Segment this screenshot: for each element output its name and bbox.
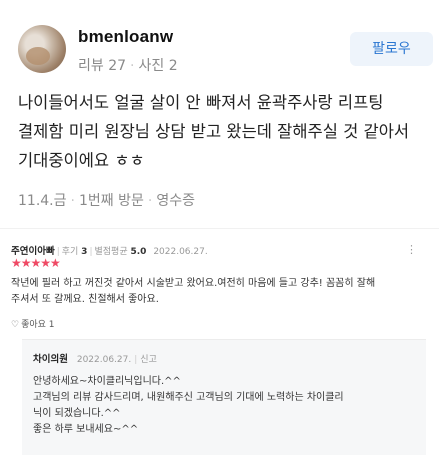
reply-line: 좋은 하루 보내세요~^^ (33, 424, 139, 435)
star-rating: ★★★★★ (11, 256, 61, 270)
embedded-body-line: 작년에 필러 하고 꺼진것 같아서 시술받고 왔어요.여전히 마음에 들고 강추… (11, 278, 376, 289)
reply-body: 안녕하세요~차이클리닉입니다.^^ 고객님의 리뷰 감사드리며, 내원해주신 고… (33, 374, 413, 438)
separator: · (70, 193, 75, 209)
embedded-reviews-count: 3 (81, 247, 88, 257)
embedded-avg-value: 5.0 (130, 247, 147, 257)
follow-button[interactable]: 팔로우 (350, 32, 433, 66)
owner-reply: 차이의원 2022.06.27. | 신고 안녕하세요~차이클리닉입니다.^^ 고객… (22, 339, 426, 455)
embedded-reviews-label: 후기 (61, 247, 82, 257)
report-link[interactable]: 신고 (140, 355, 157, 365)
separator: · (147, 193, 153, 209)
review-count: 리뷰 27 (78, 58, 127, 74)
embedded-avg-label: 별점평균 (94, 247, 128, 257)
visit-count: 1번째 방문 (78, 193, 144, 209)
reply-line: 닉이 되겠습니다.^^ (33, 408, 121, 419)
more-options-icon[interactable]: ⋮ (406, 243, 417, 256)
reply-header: 차이의원 2022.06.27. | 신고 (33, 354, 157, 365)
receipt-label: 영수증 (156, 193, 195, 209)
embedded-review-body: 작년에 필러 하고 꺼진것 같아서 시술받고 왔어요.여전히 마음에 들고 강추… (11, 276, 421, 308)
username[interactable]: bmenloanw (78, 27, 173, 47)
reply-line: 고객님의 리뷰 감사드리며, 내원해주신 고객님의 기대에 노력하는 차이클리 (33, 392, 344, 403)
visit-date: 11.4.금 (18, 193, 67, 209)
embedded-date: 2022.06.27. (153, 247, 208, 257)
like-button[interactable]: ♡ 좋아요 1 (11, 317, 55, 330)
heart-icon: ♡ (11, 320, 20, 330)
like-label: 좋아요 1 (21, 320, 55, 330)
review-card: bmenloanw 리뷰 27 · 사진 2 팔로우 나이들어서도 얼굴 살이 안 … (0, 0, 439, 228)
user-stats: 리뷰 27 · 사진 2 (78, 55, 178, 75)
embedded-body-line: 주셔서 또 갈께요. 친절해서 좋아요. (11, 294, 159, 305)
review-photo[interactable]: 주연이아빠 | 후기 3 | 별점평균 5.0 2022.06.27. ⋮ ★★★★★ … (0, 228, 439, 457)
reply-owner: 차이의원 (33, 354, 68, 365)
review-text[interactable]: 나이들어서도 얼굴 살이 안 빠져서 윤곽주사랑 리프팅 결제함 미리 원장님 … (18, 88, 432, 175)
review-meta: 11.4.금 · 1번째 방문 · 영수증 (18, 190, 195, 210)
photo-count: 사진 2 (138, 58, 178, 74)
reply-date: 2022.06.27. (76, 355, 132, 365)
reply-line: 안녕하세요~차이클리닉입니다.^^ (33, 376, 181, 387)
separator: · (130, 58, 135, 74)
avatar[interactable] (18, 25, 66, 73)
embedded-review-header: 주연이아빠 | 후기 3 | 별점평균 5.0 2022.06.27. (11, 246, 208, 257)
